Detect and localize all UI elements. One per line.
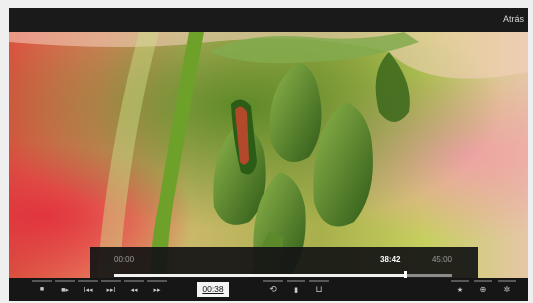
player-window: Atrás 00:00 38:42 45:00 ■ ■▸ I◂◂ ▸▸I ◂◂ … xyxy=(0,0,533,303)
window-border-left xyxy=(0,0,9,303)
play-pause-button[interactable]: ■▸ xyxy=(54,278,76,301)
gear-icon: ✲ xyxy=(503,285,511,294)
bookmark-icon: ▮ xyxy=(294,286,298,294)
time-current-label: 38:42 xyxy=(380,255,401,264)
top-bar: Atrás xyxy=(9,8,528,34)
skip-forward-button[interactable]: ▸▸I xyxy=(100,278,122,301)
time-start-label: 00:00 xyxy=(114,255,135,264)
progress-handle[interactable] xyxy=(403,271,407,278)
window-border-right xyxy=(528,0,533,303)
favorite-button[interactable]: ★ xyxy=(450,278,470,301)
skip-back-button[interactable]: I◂◂ xyxy=(77,278,99,301)
stop-button[interactable]: ■ xyxy=(31,278,53,301)
fast-forward-icon: ▸▸ xyxy=(153,286,161,294)
stop-icon: ■ xyxy=(39,286,45,293)
rewind-icon: ◂◂ xyxy=(130,286,138,294)
rewind-button[interactable]: ◂◂ xyxy=(123,278,145,301)
settings-button[interactable]: ✲ xyxy=(497,278,517,301)
subtitles-button[interactable]: ⊔ xyxy=(308,278,330,301)
progress-track[interactable] xyxy=(114,271,452,278)
bookmark-button[interactable]: ▮ xyxy=(286,278,306,301)
current-time-value: 00:38 xyxy=(202,284,224,294)
info-button[interactable]: ⊕ xyxy=(473,278,493,301)
subtitles-icon: ⊔ xyxy=(315,284,323,294)
loop-icon: ⟲ xyxy=(269,284,277,294)
back-button[interactable]: Atrás xyxy=(496,8,528,34)
window-border-top xyxy=(0,0,533,8)
control-bar: ■ ■▸ I◂◂ ▸▸I ◂◂ ▸▸ 00:38 ⟲ ▮ ⊔ ★ ⊕ ✲ xyxy=(9,278,528,301)
star-icon: ★ xyxy=(456,286,464,294)
skip-forward-icon: ▸▸I xyxy=(106,286,116,294)
info-icon: ⊕ xyxy=(479,285,487,294)
video-frame[interactable]: 00:00 38:42 45:00 ▸ xyxy=(9,32,528,278)
video-image xyxy=(9,32,528,278)
play-pause-icon: ■▸ xyxy=(61,286,69,294)
time-end-label: 45:00 xyxy=(431,255,452,264)
fast-forward-button[interactable]: ▸▸ xyxy=(146,278,168,301)
skip-back-icon: I◂◂ xyxy=(83,286,93,294)
current-time-box[interactable]: 00:38 xyxy=(197,282,229,297)
timeline-overlay: 00:00 38:42 45:00 ▸ xyxy=(90,247,478,278)
progress-fill xyxy=(114,274,405,277)
loop-button[interactable]: ⟲ xyxy=(262,278,284,301)
